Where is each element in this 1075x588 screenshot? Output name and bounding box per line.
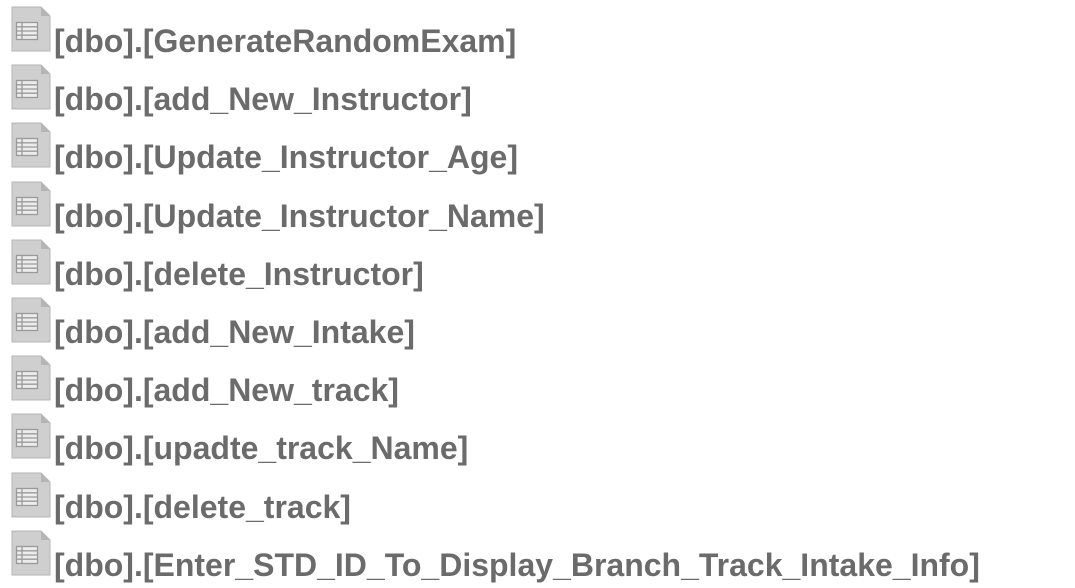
table-document-icon <box>11 297 51 343</box>
list-item-label: [dbo].[delete_Instructor] <box>54 255 424 292</box>
list-item-label: [dbo].[GenerateRandomExam] <box>54 23 517 59</box>
table-document-icon <box>11 181 51 227</box>
table-document-icon <box>11 122 51 168</box>
list-item-label: [dbo].[add_New_track] <box>54 372 399 409</box>
table-document-icon <box>11 6 51 52</box>
list-item-label: [dbo].[upadte_track_Name] <box>54 430 469 467</box>
table-document-icon <box>11 239 51 285</box>
list-item-label: [dbo].[Update_Instructor_Name] <box>54 197 545 234</box>
list-item-label: [dbo].[Update_Instructor_Age] <box>54 139 518 176</box>
list-item-label: [dbo].[add_New_Intake] <box>54 313 415 350</box>
list-item-label: [dbo].[delete_track] <box>54 488 351 525</box>
table-document-icon <box>11 64 51 110</box>
list-item-label: [dbo].[add_New_Instructor] <box>54 81 472 118</box>
table-document-icon <box>11 413 51 459</box>
table-document-icon <box>11 355 51 401</box>
table-document-icon <box>11 530 51 576</box>
table-document-icon <box>11 472 51 518</box>
list-item-label: [dbo].[Enter_STD_ID_To_Display_Branch_Tr… <box>54 546 980 583</box>
